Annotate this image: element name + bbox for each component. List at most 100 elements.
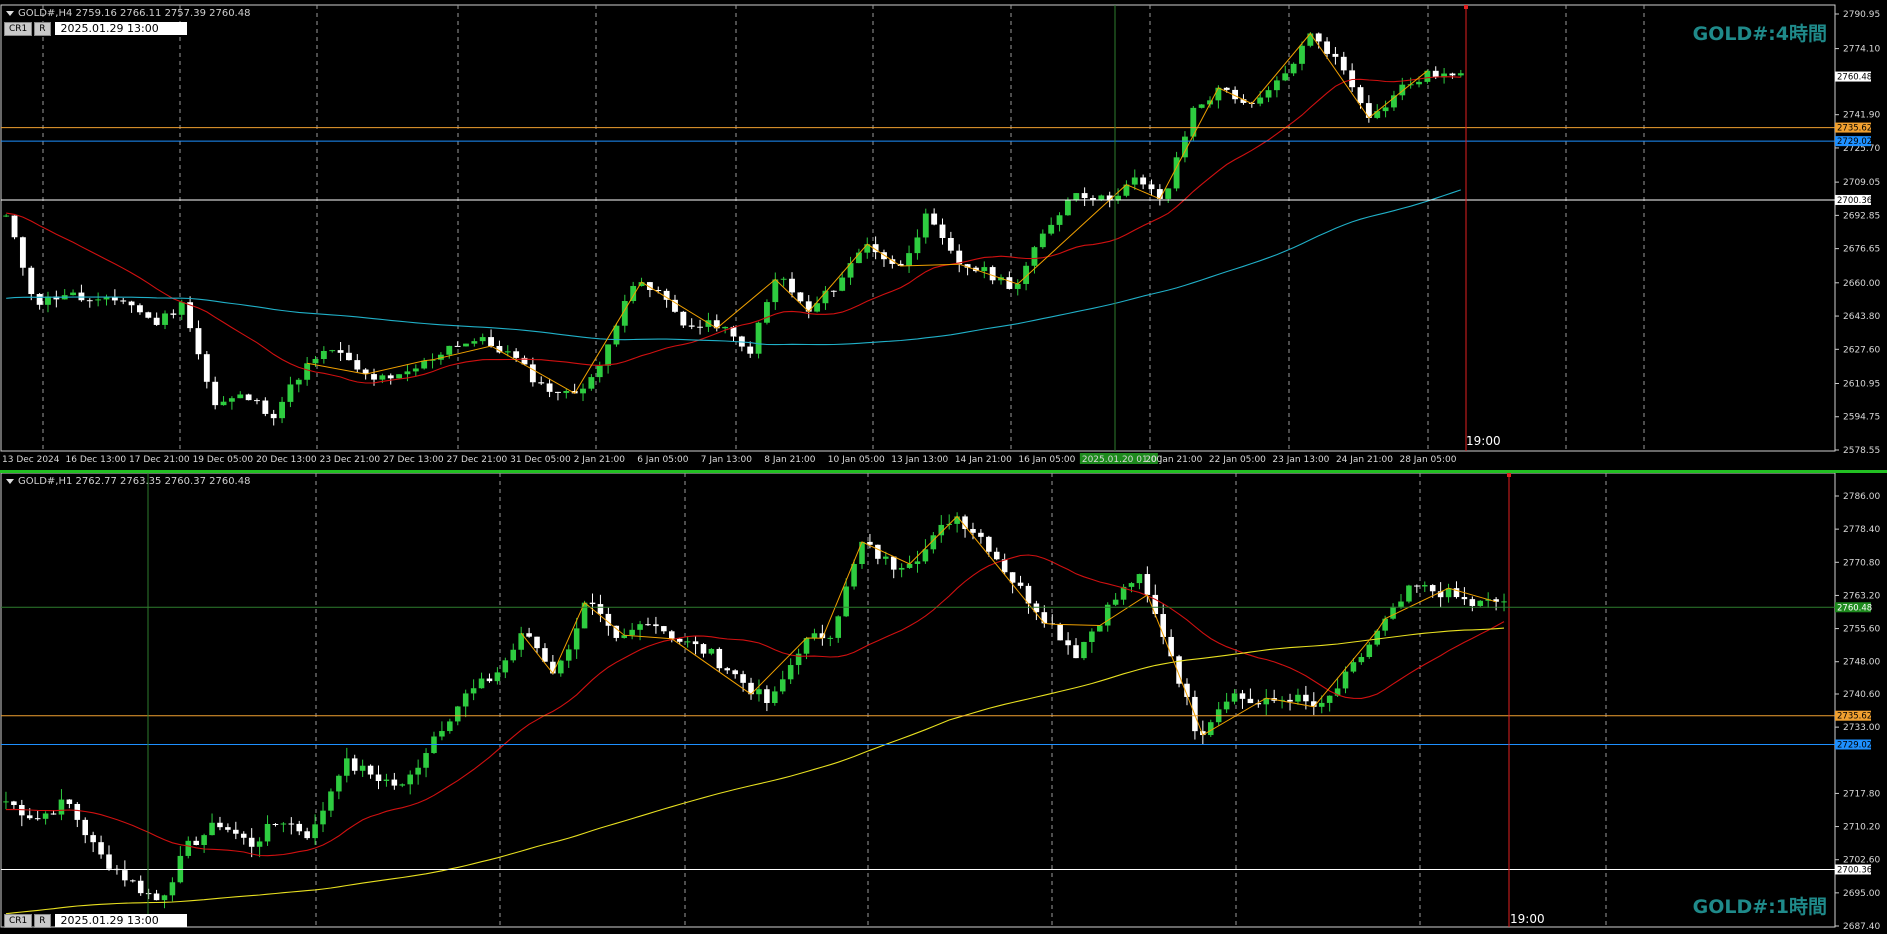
candle-body [1414,585,1420,587]
level-price-label: 2735.62 [1837,712,1872,722]
collapse-triangle-icon[interactable] [6,10,14,16]
h1-cursor-time: 19:00 [1510,912,1545,926]
candle-body [811,633,818,639]
candle-body [1156,189,1163,199]
ma-cyan-line [6,189,1461,346]
candle-body [613,325,620,345]
candle-body [217,822,223,828]
candle-body [676,638,683,642]
candle-body [351,758,358,771]
x-tick-label: 28 Jan 05:00 [1399,455,1456,465]
candle-body [526,633,532,637]
candle-body [212,381,219,406]
candle-body [367,765,374,775]
candle-body [162,313,168,325]
datetime-field[interactable]: 2025.01.29 13:00 [54,914,187,927]
candle-body [1342,671,1349,689]
candle-body [1382,618,1388,631]
h4-cursor-time: 19:00 [1466,434,1501,448]
candle-body [1056,215,1063,225]
y-tick-label: 2717.80 [1843,789,1880,799]
candle-body [26,815,33,819]
candle-body [28,267,35,295]
h1-symbol-header: GOLD#,H1 2762.77 2763.35 2760.37 2760.48 [6,476,250,487]
active-pane-border [0,470,1887,473]
h1-chart-svg[interactable]: 2786.00 2778.40 2770.80 2763.20 2755.60 2748.… [0,470,1887,934]
candle-body [1290,63,1297,74]
candle-body [1173,157,1180,189]
candle-body [1215,87,1222,101]
candle-body [684,641,691,643]
candle-body [137,305,143,313]
h1-chart-pane[interactable]: 2786.00 2778.40 2770.80 2763.20 2755.60 2748.… [0,470,1887,934]
r-button[interactable]: R [34,22,51,36]
candle-body [3,801,9,803]
candle-body [288,823,295,825]
candle-body [534,636,540,649]
candle-body [890,556,897,570]
x-tick-label: 20 Jan 21:00 [1145,455,1202,465]
candle-body [50,813,57,815]
y-tick-label: 2687.40 [1843,922,1880,932]
collapse-triangle-icon[interactable] [6,478,14,484]
candle-body [287,384,294,402]
candle-body [19,237,26,268]
candle-body [851,563,857,587]
candle-body [470,688,477,694]
datetime-field[interactable]: 2025.01.29 13:00 [54,22,187,35]
r-button[interactable]: R [34,914,51,928]
candle-body [755,322,762,354]
candle-body [1144,574,1151,595]
candle-body [697,326,703,328]
candle-body [256,841,263,847]
candle-body [529,364,536,383]
y-tick-label: 2594.75 [1843,413,1880,423]
y-tick-label: 2790.95 [1843,10,1880,20]
candle-body [1299,45,1305,64]
candle-body [1001,559,1008,573]
candle-body [1131,177,1138,185]
candle-body [787,665,794,680]
candle-body [931,213,938,225]
candle-body [270,413,277,419]
candle-body [981,267,988,272]
zigzag-line [307,32,1428,394]
candle-body [153,317,160,325]
candle-body [423,753,429,768]
candle-body [237,394,244,399]
y-tick-label: 2643.80 [1843,312,1880,322]
cursor-handle [1507,473,1511,477]
candle-body [1421,585,1428,587]
cr1-button[interactable]: CR1 [4,22,33,36]
level-price-label: 2735.62 [1837,124,1872,134]
x-tick-label: 13 Jan 13:00 [891,455,948,465]
candle-body [722,326,729,329]
candle-body [1357,87,1364,104]
cr1-button[interactable]: CR1 [4,914,33,928]
x-tick-label: 17 Dec 21:00 [129,455,190,465]
candle-body [233,829,239,834]
candle-body [195,328,202,355]
candle-body [354,360,361,370]
candle-body [922,549,929,562]
candle-body [78,292,85,301]
x-tick-label: 19 Dec 05:00 [193,455,254,465]
candle-body [680,311,687,326]
candle-body [169,882,176,896]
h4-chart-pane[interactable]: 2790.95 2774.10 2741.90 2725.70 2709.05 2692.… [0,0,1887,468]
candle-body [1231,693,1238,702]
candle-body [668,631,675,639]
candle-body [1239,693,1246,699]
candle-body [11,215,18,238]
h4-chart-svg[interactable]: 2790.952774.102741.902725.702709.052692.… [0,0,1887,468]
candle-body [1112,599,1119,605]
candle-body [1168,636,1174,657]
candle-body [637,624,643,630]
candle-body [605,344,612,366]
candle-body [1449,73,1456,76]
x-tick-label: 2 Jan 21:00 [574,455,626,465]
candle-body [1104,604,1111,626]
y-tick-label: 2763.20 [1843,591,1880,601]
candle-body [565,649,572,661]
candle-body [716,648,723,669]
